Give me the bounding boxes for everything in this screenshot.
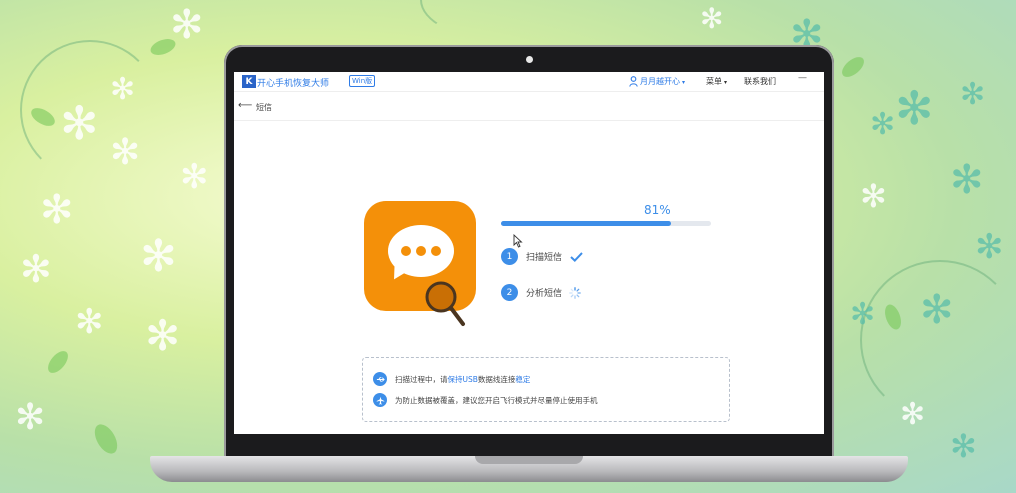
flower-decoration: ✻	[180, 157, 209, 197]
laptop-lid: K 开心手机恢复大师 Win版 月月越开心▾ 菜单▾ 联系我们 — ⟵ 短信	[224, 45, 834, 460]
flower-decoration: ✻	[860, 177, 887, 215]
step-label: 分析短信	[526, 289, 563, 299]
camera-icon	[526, 56, 533, 63]
tip-text-part: 扫描过程中，请	[395, 374, 448, 384]
tip-airplane: 为防止数据被覆盖，建议您开启飞行模式并尽量停止使用手机	[373, 393, 598, 407]
flower-decoration: ✻	[950, 157, 984, 203]
flower-decoration: ✻	[145, 311, 181, 360]
tip-text: 扫描过程中，请保持USB数据线连接稳定	[395, 374, 530, 385]
tip-text-part: 数据线连接	[477, 374, 516, 384]
leaf-decoration	[148, 35, 178, 59]
step-number-badge: 2	[501, 284, 518, 301]
user-icon	[629, 76, 638, 87]
leaf-decoration	[838, 53, 868, 81]
leaf-decoration	[90, 420, 122, 458]
tip-highlight: 稳定	[515, 374, 531, 384]
flower-decoration: ✻	[140, 231, 177, 282]
laptop-base	[150, 456, 908, 482]
user-name: 月月越开心	[640, 77, 680, 86]
flower-decoration: ✻	[850, 297, 876, 332]
app-header: K 开心手机恢复大师 Win版 月月越开心 ▾ 菜单 ▾ 联系我们 —	[234, 72, 824, 92]
minimize-button[interactable]: —	[798, 73, 807, 83]
progress-bar	[501, 221, 711, 226]
progress-percent: 81%	[644, 203, 671, 217]
app-logo-icon: K	[242, 75, 256, 88]
step-analyze: 2 分析短信	[501, 284, 581, 301]
tip-usb: 扫描过程中，请保持USB数据线连接稳定	[373, 372, 530, 386]
page-title: 短信	[256, 103, 272, 112]
flower-decoration: ✻	[110, 132, 141, 173]
tip-text: 为防止数据被覆盖，建议您开启飞行模式并尽量停止使用手机	[395, 395, 598, 405]
flower-decoration: ✻	[700, 2, 724, 35]
flower-decoration: ✻	[950, 427, 977, 465]
flower-decoration: ✻	[960, 77, 986, 112]
flower-decoration: ✻	[75, 302, 104, 342]
step-scan: 1 扫描短信	[501, 248, 583, 265]
flower-decoration: ✻	[15, 397, 46, 438]
chevron-down-icon: ▾	[724, 79, 728, 86]
menu-label: 菜单	[706, 77, 722, 86]
flower-decoration: ✻	[870, 107, 896, 142]
leaf-decoration	[44, 347, 72, 377]
edition-badge: Win版	[349, 75, 376, 87]
loading-spinner-icon	[569, 286, 581, 299]
flower-decoration: ✻	[20, 247, 52, 291]
main-menu-button[interactable]: 菜单 ▾	[706, 76, 727, 87]
usb-icon	[373, 372, 387, 386]
flower-decoration: ✻	[920, 287, 954, 333]
chevron-down-icon: ▾	[682, 79, 686, 86]
back-arrow-icon[interactable]: ⟵	[238, 100, 252, 111]
airplane-icon	[373, 393, 387, 407]
app-window: K 开心手机恢复大师 Win版 月月越开心▾ 菜单▾ 联系我们 — ⟵ 短信	[234, 72, 824, 434]
flower-decoration: ✻	[975, 227, 1004, 267]
step-label: 扫描短信	[526, 253, 563, 263]
dot-icon	[431, 246, 441, 256]
magnifier-icon	[425, 281, 465, 326]
dot-icon	[401, 246, 411, 256]
tip-highlight: 保持USB	[447, 374, 478, 384]
user-menu[interactable]: 月月越开心 ▾	[640, 76, 685, 87]
checkmark-icon	[570, 251, 583, 262]
progress-fill	[501, 221, 672, 226]
vine-decoration	[860, 260, 1016, 420]
mouse-cursor-icon	[513, 234, 523, 248]
flower-decoration: ✻	[170, 2, 204, 48]
flower-decoration: ✻	[895, 81, 934, 135]
flower-decoration: ✻	[900, 397, 926, 432]
step-number-badge: 1	[501, 248, 518, 265]
laptop-notch	[475, 456, 583, 464]
chat-bubble-icon	[388, 225, 454, 277]
flower-decoration: ✻	[60, 96, 99, 150]
flower-decoration: ✻	[110, 72, 136, 107]
app-title: 开心手机恢复大师	[257, 79, 330, 89]
dot-icon	[416, 246, 426, 256]
flower-decoration: ✻	[40, 187, 74, 233]
page-header: ⟵ 短信	[234, 94, 824, 121]
vine-decoration	[420, 0, 580, 40]
contact-us-link[interactable]: 联系我们	[744, 76, 776, 87]
tips-box: 扫描过程中，请保持USB数据线连接稳定 为防止数据被覆盖，建议您开启飞行模式并尽…	[362, 357, 730, 422]
